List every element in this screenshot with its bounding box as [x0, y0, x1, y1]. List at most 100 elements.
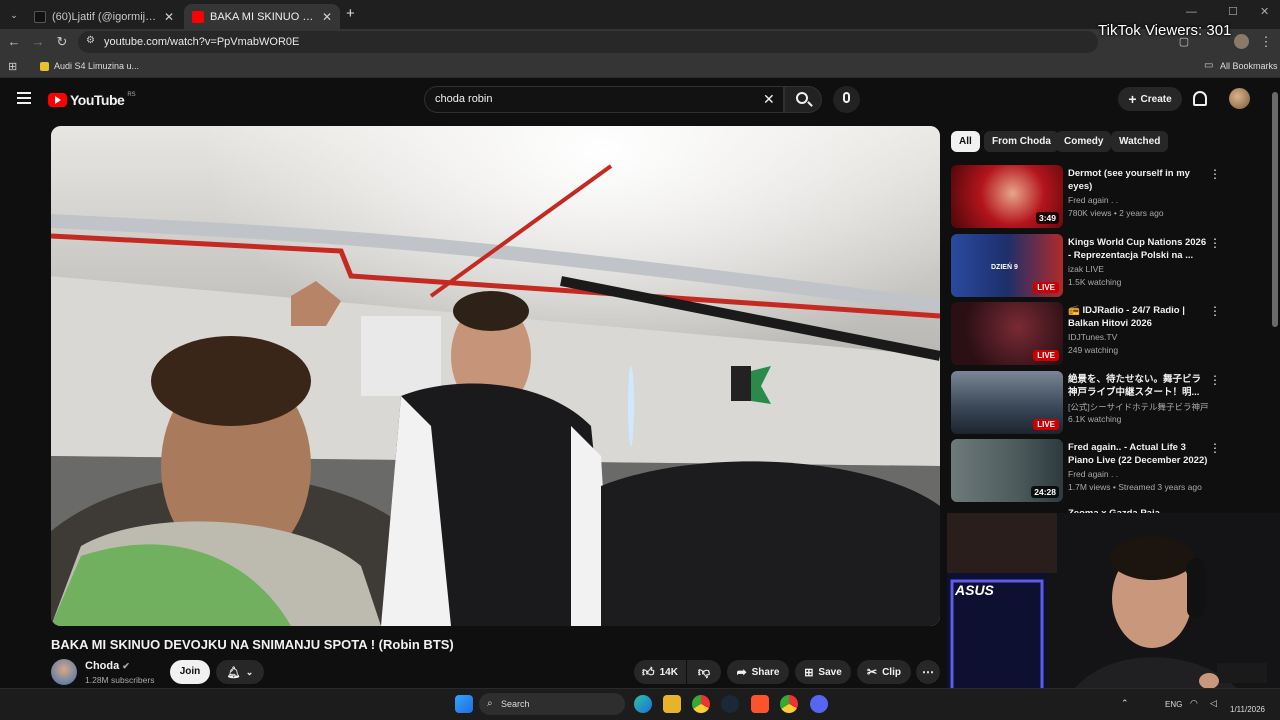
hamburger-menu-icon[interactable] [17, 92, 31, 104]
more-vertical-icon[interactable]: ⋮ [1209, 236, 1221, 250]
tab-title: (60)Ljatif (@igormijovic00) | TikTok [52, 10, 158, 23]
discord-icon[interactable] [810, 695, 828, 713]
video-thumbnail[interactable]: 3:49 [951, 165, 1063, 228]
chip-from-choda[interactable]: From Choda [984, 131, 1059, 152]
edge-icon[interactable] [634, 695, 652, 713]
chip-all[interactable]: All [951, 131, 980, 152]
bell-icon: 🔔︎ [226, 666, 241, 679]
windows-start-icon[interactable] [455, 695, 473, 713]
more-vertical-icon[interactable]: ⋮ [1209, 441, 1221, 455]
more-actions-button[interactable]: ⋯ [916, 660, 940, 684]
tab-search-icon[interactable]: ⌄ [6, 7, 22, 23]
channel-name[interactable]: Choda ✔ [85, 660, 130, 672]
tab-title: BAKA MI SKINUO DEVOJKU NA SNIMANJU SPOTA… [210, 10, 316, 23]
recommendation-channel: [公式]シーサイドホテル舞子ビラ神戸 [1068, 402, 1209, 412]
recommendation-item[interactable]: 3:49 Dermot (see yourself in my eyes) Fr… [951, 165, 1261, 229]
search-button[interactable] [784, 86, 822, 113]
recommendation-title: Kings World Cup Nations 2026 - Reprezent… [1068, 237, 1207, 261]
recommendation-channel: izak LIVE [1068, 264, 1104, 274]
save-button[interactable]: ⊞ Save [795, 660, 851, 684]
youtube-favicon-icon [192, 10, 204, 23]
search-icon: ⌕ [487, 698, 493, 709]
chevron-down-icon: ⌄ [245, 666, 254, 677]
back-icon[interactable]: ← [6, 34, 22, 50]
search-input[interactable]: choda robin ✕ [424, 86, 784, 113]
browser-tab-bar: ⌄ (60)Ljatif (@igormijovic00) | TikTok ✕… [0, 0, 1280, 29]
channel-avatar[interactable] [51, 659, 77, 685]
recommendation-meta: 1.5K watching [1068, 277, 1122, 287]
language-indicator[interactable]: ENG [1165, 700, 1182, 709]
bookmark-item[interactable]: Audi S4 Limuzina u... [54, 61, 139, 71]
all-bookmarks-link[interactable]: All Bookmarks [1220, 61, 1278, 71]
chip-watched[interactable]: Watched [1111, 131, 1169, 152]
browser-tab-tiktok[interactable]: (60)Ljatif (@igormijovic00) | TikTok ✕ [26, 4, 182, 29]
thumbnail-caption: DZIEŃ 9 [991, 264, 1018, 271]
live-badge: LIVE [1033, 282, 1059, 293]
share-button[interactable]: ➦ Share [727, 660, 789, 684]
address-bar[interactable]: ⚙ youtube.com/watch?v=PpVmabWOR0E [78, 31, 1098, 53]
notifications-bell-icon[interactable] [1193, 91, 1207, 106]
clear-search-icon[interactable]: ✕ [763, 87, 775, 112]
video-thumbnail[interactable]: 24:28 [951, 439, 1063, 502]
clip-button[interactable]: ✂ Clip [857, 660, 911, 684]
join-button[interactable]: Join [170, 660, 210, 684]
search-value: choda robin [435, 93, 493, 105]
close-tab-icon[interactable]: ✕ [164, 10, 174, 24]
recommendation-meta: 6.1K watching [1068, 414, 1122, 424]
svg-text:ASUS: ASUS [954, 582, 995, 598]
volume-icon[interactable]: ◁ [1210, 698, 1217, 709]
video-thumbnail[interactable]: DZIEŃ 9 LIVE [951, 234, 1063, 297]
taskbar-search-box[interactable]: ⌕ Search [479, 693, 625, 715]
recommendation-meta: 780K views • 2 years ago [1068, 208, 1164, 218]
save-icon: ⊞ [804, 666, 814, 679]
maximize-button[interactable]: ☐ [1228, 5, 1238, 18]
recommendation-item[interactable]: LIVE 絶景を、待たせない。舞子ビラ神戸ライブ中継スタート！明... [公式]… [951, 371, 1261, 435]
more-vertical-icon[interactable]: ⋮ [1209, 373, 1221, 387]
like-button[interactable]: 👍︎ 14K [634, 660, 686, 684]
close-window-button[interactable]: ✕ [1260, 5, 1269, 18]
dislike-button[interactable]: 👎︎ [687, 660, 721, 684]
brave-icon[interactable] [751, 695, 769, 713]
taskbar-search-label: Search [501, 699, 530, 709]
duration-badge: 3:49 [1035, 212, 1059, 224]
new-tab-button[interactable]: + [346, 5, 355, 22]
microphone-icon [843, 92, 850, 103]
page-scrollbar[interactable] [1272, 92, 1278, 327]
profile-avatar[interactable] [1234, 34, 1249, 49]
recommendation-item[interactable]: DZIEŃ 9 LIVE Kings World Cup Nations 202… [951, 234, 1261, 298]
menu-kebab-icon[interactable]: ⋮ [1258, 34, 1274, 50]
recommendation-title: 絶景を、待たせない。舞子ビラ神戸ライブ中継スタート！明... [1068, 374, 1202, 398]
recommendation-item[interactable]: LIVE 📻 IDJRadio - 24/7 Radio | Balkan Hi… [951, 302, 1261, 366]
video-thumbnail[interactable]: LIVE [951, 302, 1063, 365]
recommendation-item[interactable]: 24:28 Fred again.. - Actual Life 3 Piano… [951, 439, 1261, 503]
clock-date[interactable]: 1/11/2026 [1230, 705, 1265, 714]
recommendation-meta: 249 watching [1068, 345, 1119, 355]
site-info-icon[interactable]: ⚙ [86, 35, 95, 46]
apps-grid-icon[interactable]: ⊞ [8, 60, 17, 73]
create-button[interactable]: + Create [1118, 87, 1182, 111]
tray-chevron-icon[interactable]: ⌃ [1121, 698, 1129, 709]
more-vertical-icon[interactable]: ⋮ [1209, 167, 1221, 181]
create-label: Create [1140, 93, 1172, 105]
forward-icon[interactable]: → [30, 34, 46, 50]
chrome-alt-icon[interactable] [780, 695, 798, 713]
more-vertical-icon[interactable]: ⋮ [1209, 304, 1221, 318]
steam-icon[interactable] [721, 695, 739, 713]
youtube-logo[interactable]: YouTube RS [48, 92, 136, 108]
video-thumbnail[interactable]: LIVE [951, 371, 1063, 434]
youtube-play-icon [48, 93, 67, 107]
minimize-button[interactable]: — [1186, 6, 1197, 18]
subscription-bell-button[interactable]: 🔔︎ ⌄ [216, 660, 264, 684]
account-avatar[interactable] [1229, 88, 1250, 109]
reload-icon[interactable]: ↻ [54, 34, 70, 50]
folder-icon: ▭ [1204, 60, 1214, 71]
chrome-icon[interactable] [692, 695, 710, 713]
browser-tab-youtube[interactable]: BAKA MI SKINUO DEVOJKU NA SNIMANJU SPOTA… [184, 4, 340, 29]
close-tab-icon[interactable]: ✕ [322, 10, 332, 24]
file-explorer-icon[interactable] [663, 695, 681, 713]
wifi-icon[interactable]: ◠ [1190, 698, 1198, 709]
recommendation-channel: Fred again . . [1068, 469, 1119, 479]
voice-search-button[interactable] [833, 86, 860, 113]
video-player[interactable] [51, 126, 940, 626]
chip-comedy[interactable]: Comedy [1056, 131, 1112, 152]
